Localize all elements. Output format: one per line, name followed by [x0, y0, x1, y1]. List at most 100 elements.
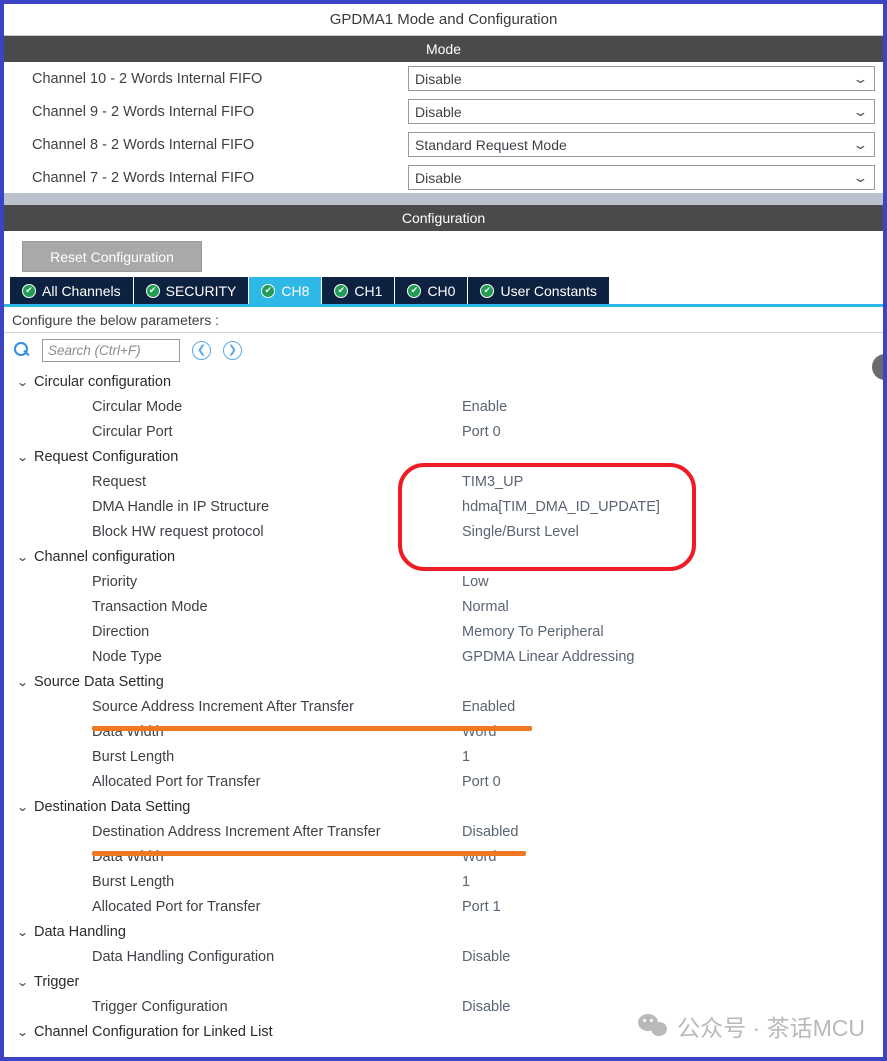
- tree-parameter-row[interactable]: Circular Mode Enable: [4, 394, 883, 419]
- tree-parameter-row[interactable]: Destination Address Increment After Tran…: [4, 819, 883, 844]
- chevron-down-icon[interactable]: ⌄: [16, 550, 34, 564]
- tree-group-row[interactable]: ⌄ Destination Data Setting: [4, 794, 883, 819]
- tree-group-label: Data Handling: [34, 923, 126, 940]
- check-circle-icon: ✔: [261, 283, 276, 298]
- mode-row-label: Channel 7 - 2 Words Internal FIFO: [32, 169, 255, 186]
- tree-group-row[interactable]: ⌄ Request Configuration: [4, 444, 883, 469]
- tree-parameter-value[interactable]: Normal: [462, 599, 509, 615]
- tree-group-label: Request Configuration: [34, 448, 179, 465]
- tab-label: All Channels: [42, 282, 121, 299]
- tree-parameter-value[interactable]: TIM3_UP: [462, 474, 523, 490]
- chevron-down-icon[interactable]: ⌄: [16, 1025, 34, 1039]
- tab-label: CH0: [427, 282, 456, 299]
- chevron-down-icon[interactable]: ⌄: [16, 925, 34, 939]
- tree-parameter-row[interactable]: Trigger Configuration Disable: [4, 994, 883, 1019]
- tab-label: SECURITY: [165, 282, 237, 299]
- tree-parameter-value[interactable]: GPDMA Linear Addressing: [462, 649, 634, 665]
- tree-parameter-value[interactable]: Word: [462, 724, 496, 740]
- tab-ch1[interactable]: ✔ CH1: [322, 277, 396, 304]
- tree-parameter-label: Transaction Mode: [92, 598, 208, 615]
- tree-group-label: Circular configuration: [34, 373, 172, 390]
- chevron-down-icon: ⌄: [852, 71, 869, 86]
- mode-row-dropdown[interactable]: Disable ⌄: [408, 99, 875, 124]
- tree-parameter-row[interactable]: Direction Memory To Peripheral: [4, 619, 883, 644]
- configure-hint-label: Configure the below parameters :: [12, 311, 219, 328]
- tree-parameter-row[interactable]: DMA Handle in IP Structure hdma[TIM_DMA_I…: [4, 494, 883, 519]
- tree-parameter-label: Direction: [92, 623, 150, 640]
- tree-group-row[interactable]: ⌄ Data Handling: [4, 919, 883, 944]
- tree-parameter-value[interactable]: 1: [462, 874, 470, 890]
- tree-parameter-value[interactable]: Single/Burst Level: [462, 524, 579, 540]
- tree-parameter-value[interactable]: Enable: [462, 399, 507, 415]
- tree-parameter-label: Data Handling Configuration: [92, 948, 275, 965]
- mode-row-label: Channel 8 - 2 Words Internal FIFO: [32, 136, 255, 153]
- tree-parameter-row[interactable]: Request TIM3_UP: [4, 469, 883, 494]
- tree-parameter-row[interactable]: Data Handling Configuration Disable: [4, 944, 883, 969]
- search-icon: [14, 342, 30, 358]
- tab-user-constants[interactable]: ✔ User Constants: [468, 277, 610, 304]
- tree-parameter-row[interactable]: Transaction Mode Normal: [4, 594, 883, 619]
- tree-group-row[interactable]: ⌄ Channel configuration: [4, 544, 883, 569]
- tree-parameter-value[interactable]: 1: [462, 749, 470, 765]
- chevron-down-icon[interactable]: ⌄: [16, 675, 34, 689]
- tree-parameter-label: Data Width: [92, 848, 164, 865]
- tab-label: User Constants: [500, 282, 597, 299]
- tree-parameter-value[interactable]: Disable: [462, 999, 510, 1015]
- tree-parameter-value[interactable]: Disable: [462, 949, 510, 965]
- tab-ch8[interactable]: ✔ CH8: [249, 277, 323, 304]
- chevron-down-icon[interactable]: ⌄: [16, 375, 34, 389]
- tree-parameter-value[interactable]: Port 1: [462, 899, 501, 915]
- mode-section-header: Mode: [4, 36, 883, 62]
- chevron-down-icon[interactable]: ⌄: [16, 800, 34, 814]
- mode-row-dropdown[interactable]: Standard Request Mode ⌄: [408, 132, 875, 157]
- tree-parameter-row[interactable]: Block HW request protocol Single/Burst Le…: [4, 519, 883, 544]
- configuration-section-header: Configuration: [4, 205, 883, 231]
- tree-parameter-row[interactable]: Circular Port Port 0: [4, 419, 883, 444]
- mode-row-dropdown[interactable]: Disable ⌄: [408, 165, 875, 190]
- tree-parameter-value[interactable]: Word: [462, 849, 496, 865]
- chevron-down-icon: ⌄: [852, 104, 869, 119]
- tab-all-channels[interactable]: ✔ All Channels: [10, 277, 134, 304]
- tree-parameter-label: Request: [92, 473, 147, 490]
- tree-group-row[interactable]: ⌄ Trigger: [4, 969, 883, 994]
- tree-group-row[interactable]: ⌄ Channel Configuration for Linked List: [4, 1019, 883, 1044]
- tree-parameter-value[interactable]: hdma[TIM_DMA_ID_UPDATE]: [462, 499, 660, 515]
- tree-parameter-row[interactable]: Priority Low: [4, 569, 883, 594]
- mode-row: Channel 9 - 2 Words Internal FIFO Disable…: [4, 95, 883, 128]
- window-title-text: GPDMA1 Mode and Configuration: [329, 11, 558, 28]
- reset-configuration-button[interactable]: Reset Configuration: [22, 241, 202, 272]
- mode-row-dropdown-value: Disable: [415, 103, 462, 120]
- tree-parameter-row[interactable]: Data Width Word: [4, 844, 883, 869]
- tree-parameter-row[interactable]: Node Type GPDMA Linear Addressing: [4, 644, 883, 669]
- mode-row-dropdown[interactable]: Disable ⌄: [408, 66, 875, 91]
- tree-parameter-value[interactable]: Port 0: [462, 774, 501, 790]
- search-next-icon[interactable]: ❯: [223, 340, 242, 360]
- check-circle-icon: ✔: [480, 283, 495, 298]
- gpdma-configuration-window: GPDMA1 Mode and Configuration Mode Chann…: [0, 0, 887, 1061]
- tree-group-row[interactable]: ⌄ Source Data Setting: [4, 669, 883, 694]
- tree-parameter-value[interactable]: Low: [462, 574, 489, 590]
- tree-parameter-value[interactable]: Disabled: [462, 824, 518, 840]
- tab-ch0[interactable]: ✔ CH0: [395, 277, 469, 304]
- tree-parameter-label: Block HW request protocol: [92, 523, 264, 540]
- tree-parameter-row[interactable]: Burst Length 1: [4, 869, 883, 894]
- mode-horizontal-scrollbar[interactable]: [4, 192, 883, 205]
- tab-security[interactable]: ✔ SECURITY: [133, 277, 250, 304]
- tree-parameter-value[interactable]: Enabled: [462, 699, 515, 715]
- chevron-down-icon[interactable]: ⌄: [16, 450, 34, 464]
- tree-parameter-row[interactable]: Source Address Increment After Transfer E…: [4, 694, 883, 719]
- tree-parameter-row[interactable]: Allocated Port for Transfer Port 0: [4, 769, 883, 794]
- search-input[interactable]: Search (Ctrl+F): [42, 338, 180, 362]
- mode-row-label: Channel 10 - 2 Words Internal FIFO: [32, 70, 263, 87]
- search-prev-icon[interactable]: ❮: [192, 340, 211, 360]
- search-row: Search (Ctrl+F) ❮ ❯: [4, 333, 883, 367]
- tree-group-row[interactable]: ⌄ Circular configuration: [4, 369, 883, 394]
- mode-list: Channel 10 - 2 Words Internal FIFO Disabl…: [4, 62, 883, 192]
- mode-row: Channel 10 - 2 Words Internal FIFO Disabl…: [4, 62, 883, 95]
- chevron-down-icon[interactable]: ⌄: [16, 975, 34, 989]
- tree-parameter-row[interactable]: Burst Length 1: [4, 744, 883, 769]
- tree-parameter-value[interactable]: Memory To Peripheral: [462, 624, 604, 640]
- tree-parameter-row[interactable]: Allocated Port for Transfer Port 1: [4, 894, 883, 919]
- tree-parameter-value[interactable]: Port 0: [462, 424, 501, 440]
- tree-parameter-row[interactable]: Data Width Word: [4, 719, 883, 744]
